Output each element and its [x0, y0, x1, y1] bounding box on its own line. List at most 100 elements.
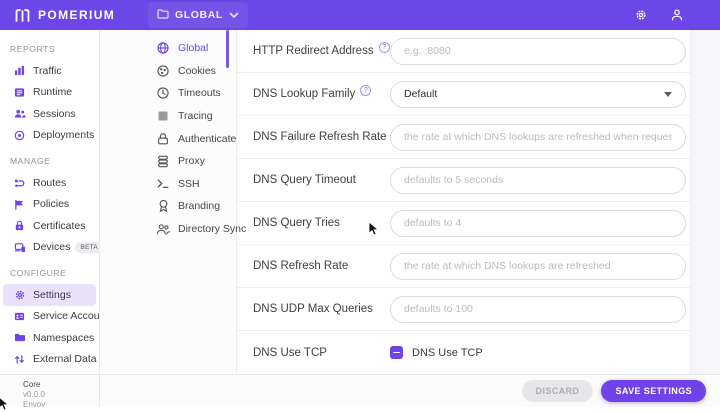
form-row: DNS Lookup Family? Default [237, 73, 690, 116]
checkbox-label: DNS Use TCP [412, 346, 483, 359]
text-input-dns-refresh-rate[interactable] [390, 252, 686, 280]
field-control: DNS Use TCP [390, 346, 686, 359]
subnav-item-branding[interactable]: Branding [100, 195, 236, 218]
subnav-item-label: SSH [178, 177, 200, 190]
subnav-item-authenticate[interactable]: Authenticate [100, 127, 236, 150]
subnav-item-label: Cookies [178, 64, 216, 77]
field-control [390, 37, 686, 65]
subnav-item-cookies[interactable]: Cookies [100, 60, 236, 83]
field-label-text: DNS Use TCP [253, 346, 327, 359]
field-control [390, 209, 686, 237]
user-icon[interactable] [670, 8, 684, 22]
app-window: POMERIUM GLOBAL REPORTS Traffic Runtime … [0, 0, 720, 411]
subnav-item-proxy[interactable]: Proxy [100, 150, 236, 173]
sidebar-item-label: Sessions [33, 107, 76, 120]
sidebar-item-label: Deployments [33, 129, 95, 142]
field-control: Default [390, 80, 686, 108]
sidebar-item-label: Namespaces [33, 331, 95, 344]
subnav-item-label: Branding [178, 200, 221, 213]
subnav-item-ssh[interactable]: SSH [100, 173, 236, 196]
help-icon[interactable]: ? [360, 85, 372, 96]
sidebar-item-external-data[interactable]: External Data [3, 349, 97, 371]
form-row: DNS Failure Refresh Rate [237, 116, 690, 159]
main-area: REPORTS Traffic Runtime Sessions Deployments… [0, 30, 720, 374]
select-dns-lookup-family[interactable]: Default [390, 80, 686, 108]
sidebar-item-certificates[interactable]: Certificates [3, 215, 96, 237]
product-version-partial: Envoy [23, 400, 46, 407]
pomerium-logo: POMERIUM [14, 8, 115, 23]
sidebar-item-runtime[interactable]: Runtime [3, 82, 96, 104]
field-label: DNS UDP Max Queries [253, 303, 390, 315]
clock-icon [155, 86, 171, 100]
form-row: DNS Use TCP DNS Use TCP [237, 331, 690, 374]
text-input-dns-query-tries[interactable] [390, 209, 686, 237]
checkbox-dns-use-tcp[interactable] [390, 346, 403, 359]
product-name: Core [23, 380, 41, 389]
version-footer: Core v0.0.0 Envoy [0, 375, 100, 407]
field-label-text: DNS Refresh Rate [253, 260, 349, 272]
list-icon [13, 87, 26, 98]
field-label-text: DNS Query Tries [253, 217, 340, 229]
sidebar-item-sessions[interactable]: Sessions [3, 103, 96, 125]
folder-icon [157, 6, 169, 24]
field-label: DNS Query Timeout [253, 174, 390, 186]
terminal-icon [155, 177, 171, 190]
settings-form: HTTP Redirect Address? DNS Lookup Family?… [237, 30, 690, 374]
people-icon [13, 108, 26, 119]
subnav-item-timeouts[interactable]: Timeouts [100, 82, 236, 105]
sidebar-item-service-accounts[interactable]: Service Accounts [3, 306, 114, 328]
service-account-icon [13, 311, 26, 322]
text-input-dns-query-timeout[interactable] [390, 166, 686, 194]
globe-icon [155, 41, 171, 55]
square-icon [155, 110, 171, 122]
stack-icon [155, 155, 171, 168]
chart-icon [13, 65, 26, 76]
gear-icon[interactable] [634, 8, 648, 22]
save-settings-button[interactable]: SAVE SETTINGS [601, 380, 706, 402]
cookie-icon [155, 64, 171, 78]
field-label-text: DNS UDP Max Queries [253, 303, 373, 315]
text-input-dns-udp-max-queries[interactable] [390, 295, 686, 323]
sidebar-item-settings[interactable]: Settings [3, 284, 96, 306]
workspace-switcher[interactable]: GLOBAL [148, 2, 248, 28]
field-label: HTTP Redirect Address? [253, 42, 390, 57]
text-input-http-redirect-address[interactable] [390, 37, 686, 65]
primary-sidebar: REPORTS Traffic Runtime Sessions Deployments… [0, 30, 114, 374]
field-label-text: DNS Lookup Family [253, 88, 356, 100]
chevron-down-icon [229, 6, 239, 24]
devices-icon [13, 242, 26, 253]
route-icon [13, 177, 26, 188]
sidebar-item-devices[interactable]: Devices BETA [3, 237, 104, 259]
form-row: HTTP Redirect Address? [237, 30, 690, 73]
sidebar-item-label: Certificates [33, 219, 86, 232]
form-row: DNS Query Tries [237, 202, 690, 245]
field-label: DNS Lookup Family? [253, 85, 390, 100]
sidebar-item-routes[interactable]: Routes [3, 172, 96, 194]
sidebar-item-label: Devices [33, 241, 71, 254]
field-control [390, 252, 686, 280]
pomerium-logo-icon [14, 8, 31, 23]
field-label: DNS Failure Refresh Rate [253, 131, 390, 143]
subnav-item-tracing[interactable]: Tracing [100, 105, 236, 128]
sidebar-item-deployments[interactable]: Deployments [3, 125, 96, 147]
sidebar-item-policies[interactable]: Policies [3, 194, 96, 216]
lock-icon [155, 132, 171, 146]
subnav-item-global[interactable]: Global [100, 37, 236, 60]
sidebar-item-label: Routes [33, 176, 67, 189]
sidebar-item-label: Runtime [33, 86, 73, 99]
help-icon[interactable]: ? [378, 42, 390, 53]
sidebar-item-traffic[interactable]: Traffic [3, 60, 96, 82]
sidebar-section-header: REPORTS [10, 44, 56, 54]
discard-button[interactable]: DISCARD [521, 380, 594, 402]
subnav-item-label: Directory Sync [178, 223, 247, 236]
sidebar-item-namespaces[interactable]: Namespaces [3, 327, 96, 349]
sidebar-section-header: CONFIGURE [10, 268, 67, 278]
subnav-item-directory-sync[interactable]: Directory Sync [100, 218, 246, 241]
field-control [390, 295, 686, 323]
text-input-dns-failure-refresh-rate[interactable] [390, 123, 686, 151]
sidebar-section-header: MANAGE [10, 156, 51, 166]
settings-subnav: Global Cookies Timeouts Tracing Authenticate… [100, 30, 246, 374]
form-row: DNS Query Timeout [237, 159, 690, 202]
field-label-text: DNS Query Timeout [253, 174, 356, 186]
scrollbar-thumb[interactable] [225, 30, 229, 68]
